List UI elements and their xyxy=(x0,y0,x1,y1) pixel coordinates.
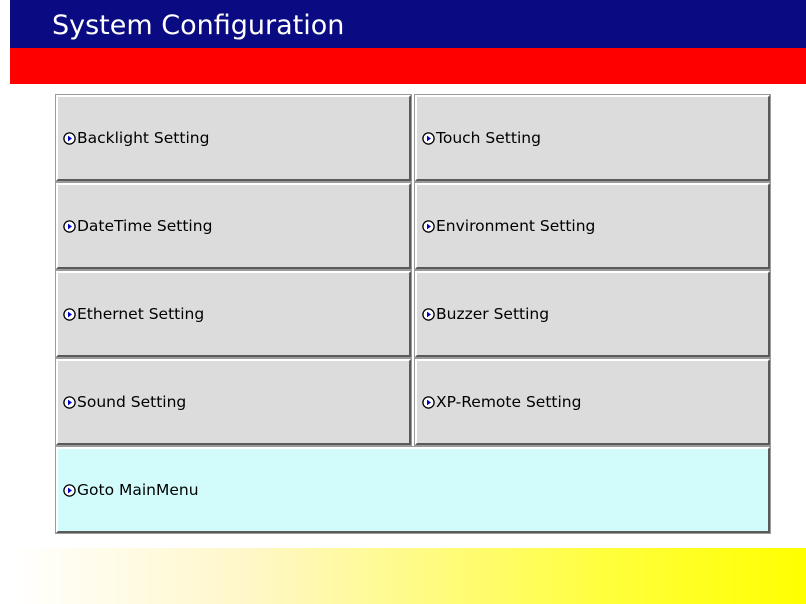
buzzer-setting-label: Buzzer Setting xyxy=(436,305,550,323)
circle-arrow-right-icon xyxy=(63,395,76,409)
datetime-setting-label: DateTime Setting xyxy=(77,217,213,235)
footer-gradient-band xyxy=(10,548,806,604)
page-title: System Configuration xyxy=(52,10,345,41)
backlight-setting-button[interactable]: Backlight Setting xyxy=(56,95,411,181)
circle-arrow-right-icon xyxy=(422,219,435,233)
circle-arrow-right-icon xyxy=(63,483,76,497)
goto-main-menu-label: Goto MainMenu xyxy=(77,481,199,499)
circle-arrow-right-icon xyxy=(63,219,76,233)
ethernet-setting-button[interactable]: Ethernet Setting xyxy=(56,271,411,357)
circle-arrow-right-icon xyxy=(422,307,435,321)
title-bar: System Configuration xyxy=(10,0,806,48)
circle-arrow-right-icon xyxy=(422,131,435,145)
datetime-setting-button[interactable]: DateTime Setting xyxy=(56,183,411,269)
buzzer-setting-button[interactable]: Buzzer Setting xyxy=(415,271,770,357)
ethernet-setting-label: Ethernet Setting xyxy=(77,305,205,323)
backlight-setting-label: Backlight Setting xyxy=(77,129,210,147)
circle-arrow-right-icon xyxy=(63,307,76,321)
sound-setting-label: Sound Setting xyxy=(77,393,187,411)
environment-setting-label: Environment Setting xyxy=(436,217,596,235)
xp-remote-setting-label: XP-Remote Setting xyxy=(436,393,582,411)
sound-setting-button[interactable]: Sound Setting xyxy=(56,359,411,445)
touch-setting-label: Touch Setting xyxy=(436,129,541,147)
system-configuration-screen: System Configuration Backlight Setting T… xyxy=(0,0,806,604)
circle-arrow-right-icon xyxy=(422,395,435,409)
circle-arrow-right-icon xyxy=(63,131,76,145)
environment-setting-button[interactable]: Environment Setting xyxy=(415,183,770,269)
xp-remote-setting-button[interactable]: XP-Remote Setting xyxy=(415,359,770,445)
goto-main-menu-button[interactable]: Goto MainMenu xyxy=(56,447,770,533)
header-accent-band xyxy=(10,48,806,84)
touch-setting-button[interactable]: Touch Setting xyxy=(415,95,770,181)
